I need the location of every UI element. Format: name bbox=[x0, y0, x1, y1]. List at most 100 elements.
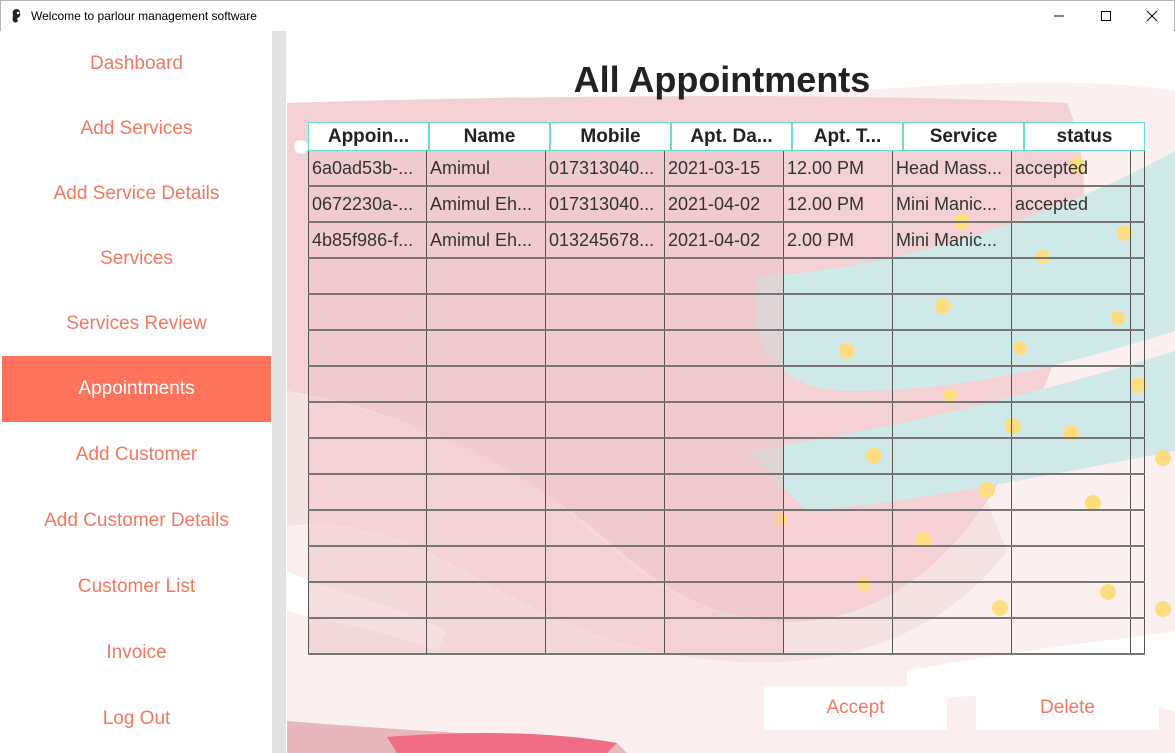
sidebar-scrollbar[interactable] bbox=[272, 31, 286, 753]
cell-status[interactable] bbox=[1012, 619, 1131, 653]
cell-service[interactable] bbox=[893, 331, 1012, 365]
cell-name[interactable] bbox=[427, 403, 546, 437]
cell-apt-date[interactable] bbox=[665, 583, 784, 617]
cell-mobile[interactable] bbox=[546, 439, 665, 473]
cell-service[interactable] bbox=[893, 475, 1012, 509]
cell-service[interactable] bbox=[893, 583, 1012, 617]
cell-appointment-id[interactable]: 0672230a-... bbox=[308, 187, 427, 221]
cell-apt-date[interactable]: 2021-04-02 bbox=[665, 223, 784, 257]
sidebar-item-add-customer-details[interactable]: Add Customer Details bbox=[2, 488, 271, 554]
sidebar-item-add-service-details[interactable]: Add Service Details bbox=[2, 161, 271, 227]
cell-apt-date[interactable]: 2021-03-15 bbox=[665, 151, 784, 185]
cell-status[interactable] bbox=[1012, 259, 1131, 293]
cell-status[interactable] bbox=[1012, 583, 1131, 617]
cell-apt-time[interactable] bbox=[784, 475, 893, 509]
cell-apt-date[interactable] bbox=[665, 619, 784, 653]
cell-status[interactable] bbox=[1012, 295, 1131, 329]
cell-status[interactable] bbox=[1012, 331, 1131, 365]
cell-apt-date[interactable] bbox=[665, 259, 784, 293]
column-header-service[interactable]: Service bbox=[903, 122, 1024, 151]
column-header-apt-date[interactable]: Apt. Da... bbox=[671, 122, 792, 151]
cell-apt-time[interactable] bbox=[784, 511, 893, 545]
cell-appointment-id[interactable] bbox=[308, 475, 427, 509]
cell-apt-time[interactable]: 12.00 PM bbox=[784, 151, 893, 185]
table-row[interactable] bbox=[308, 475, 1145, 511]
cell-service[interactable]: Mini Manic... bbox=[893, 223, 1012, 257]
cell-service[interactable] bbox=[893, 403, 1012, 437]
cell-service[interactable]: Head Mass... bbox=[893, 151, 1012, 185]
cell-appointment-id[interactable] bbox=[308, 583, 427, 617]
cell-service[interactable] bbox=[893, 511, 1012, 545]
cell-apt-date[interactable] bbox=[665, 367, 784, 401]
cell-status[interactable]: accepted bbox=[1012, 187, 1131, 221]
cell-apt-time[interactable]: 2.00 PM bbox=[784, 223, 893, 257]
cell-status[interactable] bbox=[1012, 475, 1131, 509]
cell-mobile[interactable] bbox=[546, 367, 665, 401]
sidebar-item-dashboard[interactable]: Dashboard bbox=[2, 31, 271, 97]
sidebar-item-appointments[interactable]: Appointments bbox=[2, 356, 271, 422]
cell-appointment-id[interactable] bbox=[308, 511, 427, 545]
table-row[interactable] bbox=[308, 259, 1145, 295]
close-button[interactable] bbox=[1129, 1, 1175, 31]
cell-apt-time[interactable] bbox=[784, 331, 893, 365]
cell-service[interactable] bbox=[893, 295, 1012, 329]
cell-service[interactable] bbox=[893, 439, 1012, 473]
cell-status[interactable] bbox=[1012, 547, 1131, 581]
cell-mobile[interactable]: 017313040... bbox=[546, 151, 665, 185]
minimize-button[interactable] bbox=[1036, 1, 1082, 31]
cell-name[interactable]: Amimul Eh... bbox=[427, 223, 546, 257]
cell-appointment-id[interactable] bbox=[308, 619, 427, 653]
cell-appointment-id[interactable] bbox=[308, 367, 427, 401]
cell-apt-date[interactable]: 2021-04-02 bbox=[665, 187, 784, 221]
cell-name[interactable] bbox=[427, 331, 546, 365]
cell-apt-date[interactable] bbox=[665, 511, 784, 545]
cell-name[interactable] bbox=[427, 259, 546, 293]
sidebar-item-customer-list[interactable]: Customer List bbox=[2, 554, 271, 620]
cell-apt-time[interactable] bbox=[784, 547, 893, 581]
table-row[interactable]: 0672230a-... Amimul Eh... 017313040... 2021… bbox=[308, 187, 1145, 223]
cell-apt-time[interactable] bbox=[784, 259, 893, 293]
cell-apt-date[interactable] bbox=[665, 547, 784, 581]
accept-button[interactable]: Accept bbox=[764, 686, 947, 730]
sidebar-item-services[interactable]: Services bbox=[2, 226, 271, 292]
cell-apt-time[interactable] bbox=[784, 619, 893, 653]
delete-button[interactable]: Delete bbox=[976, 686, 1159, 730]
cell-mobile[interactable] bbox=[546, 295, 665, 329]
cell-name[interactable] bbox=[427, 367, 546, 401]
cell-name[interactable]: Amimul Eh... bbox=[427, 187, 546, 221]
cell-status[interactable] bbox=[1012, 511, 1131, 545]
cell-appointment-id[interactable] bbox=[308, 259, 427, 293]
cell-mobile[interactable] bbox=[546, 259, 665, 293]
cell-name[interactable] bbox=[427, 583, 546, 617]
cell-apt-time[interactable] bbox=[784, 583, 893, 617]
cell-status[interactable] bbox=[1012, 367, 1131, 401]
cell-mobile[interactable] bbox=[546, 331, 665, 365]
cell-name[interactable] bbox=[427, 619, 546, 653]
cell-name[interactable]: Amimul bbox=[427, 151, 546, 185]
cell-status[interactable] bbox=[1012, 439, 1131, 473]
table-row[interactable] bbox=[308, 619, 1145, 655]
column-header-appointment-id[interactable]: Appoin... bbox=[308, 122, 429, 151]
cell-apt-time[interactable]: 12.00 PM bbox=[784, 187, 893, 221]
sidebar-item-invoice[interactable]: Invoice bbox=[2, 620, 271, 686]
cell-status[interactable] bbox=[1012, 403, 1131, 437]
cell-appointment-id[interactable] bbox=[308, 403, 427, 437]
cell-apt-time[interactable] bbox=[784, 295, 893, 329]
cell-status[interactable]: accepted bbox=[1012, 151, 1131, 185]
cell-apt-time[interactable] bbox=[784, 403, 893, 437]
cell-appointment-id[interactable] bbox=[308, 295, 427, 329]
cell-mobile[interactable] bbox=[546, 619, 665, 653]
cell-apt-time[interactable] bbox=[784, 439, 893, 473]
cell-apt-date[interactable] bbox=[665, 475, 784, 509]
cell-name[interactable] bbox=[427, 547, 546, 581]
cell-mobile[interactable]: 013245678... bbox=[546, 223, 665, 257]
cell-service[interactable]: Mini Manic... bbox=[893, 187, 1012, 221]
table-row[interactable] bbox=[308, 367, 1145, 403]
table-row[interactable]: 4b85f986-f... Amimul Eh... 013245678... 202… bbox=[308, 223, 1145, 259]
sidebar-item-services-review[interactable]: Services Review bbox=[2, 291, 271, 357]
cell-mobile[interactable] bbox=[546, 403, 665, 437]
column-header-name[interactable]: Name bbox=[429, 122, 550, 151]
cell-name[interactable] bbox=[427, 511, 546, 545]
cell-appointment-id[interactable] bbox=[308, 547, 427, 581]
column-header-mobile[interactable]: Mobile bbox=[550, 122, 671, 151]
